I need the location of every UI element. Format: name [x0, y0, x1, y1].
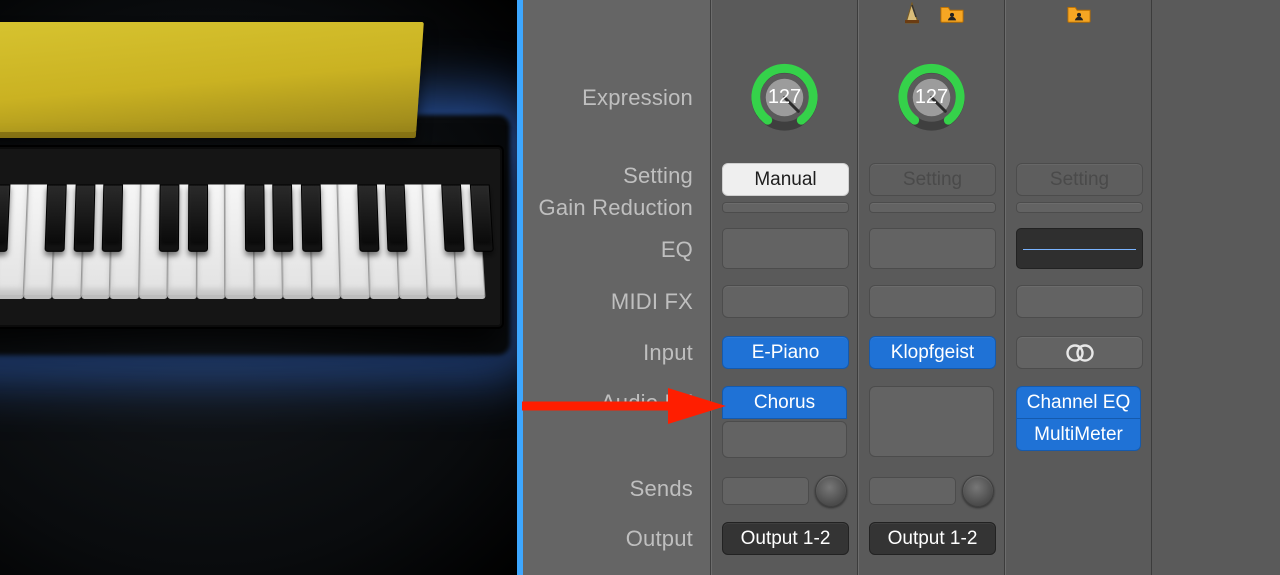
sends-row[interactable] — [1016, 476, 1141, 506]
setting-slot[interactable]: Setting — [1016, 163, 1143, 196]
channel-strip-track-epiano: 127 Manual E-Piano Chorus Output 1-2 — [711, 0, 858, 575]
black-key[interactable] — [102, 185, 123, 253]
output-slot[interactable]: Output 1-2 — [869, 522, 996, 555]
audiofx-insert[interactable]: Chorus — [722, 386, 847, 419]
setting-slot[interactable]: Manual — [722, 163, 849, 196]
label-input: Input — [523, 340, 693, 366]
setting-slot[interactable]: Setting — [869, 163, 996, 196]
expression-knob[interactable]: 127 — [892, 58, 971, 137]
expression-value: 127 — [892, 58, 971, 137]
label-midifx: MIDI FX — [523, 289, 693, 315]
send-slot[interactable] — [722, 477, 809, 505]
audiofx-slot[interactable]: Chorus — [722, 386, 847, 458]
eq-thumbnail[interactable] — [722, 228, 849, 269]
gain-reduction-meter — [869, 202, 996, 213]
piano-keyboard[interactable] — [0, 183, 482, 295]
input-slot[interactable]: Klopfgeist — [869, 336, 996, 369]
gain-reduction-meter — [722, 202, 849, 213]
black-key[interactable] — [301, 185, 322, 253]
sends-row[interactable] — [869, 476, 994, 506]
audiofx-slot[interactable]: Channel EQMultiMeter — [1016, 386, 1141, 451]
input-slot[interactable] — [1016, 336, 1143, 369]
label-gain-reduction: Gain Reduction — [523, 195, 693, 221]
channel-strips: 127 Manual E-Piano Chorus Output 1-2 127 Setti… — [711, 0, 1152, 575]
eq-thumbnail[interactable] — [869, 228, 996, 269]
user-folder-icon — [940, 2, 964, 24]
black-key[interactable] — [273, 185, 294, 253]
label-eq: EQ — [523, 237, 693, 263]
black-key[interactable] — [470, 185, 494, 253]
black-key[interactable] — [188, 185, 208, 253]
user-folder-icon — [1067, 2, 1091, 24]
mixer-row-labels: Expression Setting Gain Reduction EQ MID… — [523, 0, 711, 575]
strip-icons — [859, 0, 1004, 27]
expression-value: 127 — [745, 58, 824, 137]
send-slot[interactable] — [869, 477, 956, 505]
black-key[interactable] — [45, 185, 67, 253]
gain-reduction-meter — [1016, 202, 1143, 213]
label-setting: Setting — [523, 163, 693, 189]
black-key[interactable] — [385, 185, 408, 253]
mixer-pane: Expression Setting Gain Reduction EQ MID… — [523, 0, 1280, 575]
label-expression: Expression — [523, 85, 693, 111]
black-key[interactable] — [244, 185, 265, 253]
channel-strip-track-klopfgeist: 127 Setting Klopfgeist Output 1-2 — [858, 0, 1005, 575]
label-audiofx: Audio FX — [523, 390, 693, 416]
instrument-preview-pane — [0, 0, 520, 575]
audiofx-insert[interactable]: MultiMeter — [1016, 418, 1141, 451]
metronome-icon — [900, 2, 924, 24]
send-level-knob[interactable] — [962, 475, 994, 507]
strip-icons — [712, 0, 857, 27]
midifx-slot[interactable] — [1016, 285, 1143, 318]
expression-knob[interactable]: 127 — [745, 58, 824, 137]
black-key[interactable] — [159, 185, 180, 253]
stereo-icon — [1063, 343, 1097, 363]
black-key[interactable] — [357, 185, 379, 253]
channel-strip-track-stereo-out: Setting Channel EQMultiMeter — [1005, 0, 1152, 575]
midifx-slot[interactable] — [869, 285, 996, 318]
app-screenshot: Expression Setting Gain Reduction EQ MID… — [0, 0, 1280, 575]
input-slot[interactable]: E-Piano — [722, 336, 849, 369]
audiofx-slot[interactable] — [869, 386, 994, 457]
output-slot[interactable]: Output 1-2 — [722, 522, 849, 555]
label-output: Output — [523, 526, 693, 552]
sends-row[interactable] — [722, 476, 847, 506]
piano-top-panel — [0, 22, 424, 132]
label-sends: Sends — [523, 476, 693, 502]
audiofx-insert[interactable]: Channel EQ — [1016, 386, 1141, 419]
send-level-knob[interactable] — [815, 475, 847, 507]
midifx-slot[interactable] — [722, 285, 849, 318]
eq-thumbnail[interactable] — [1016, 228, 1143, 269]
black-key[interactable] — [73, 185, 95, 253]
strip-icons — [1006, 0, 1151, 27]
